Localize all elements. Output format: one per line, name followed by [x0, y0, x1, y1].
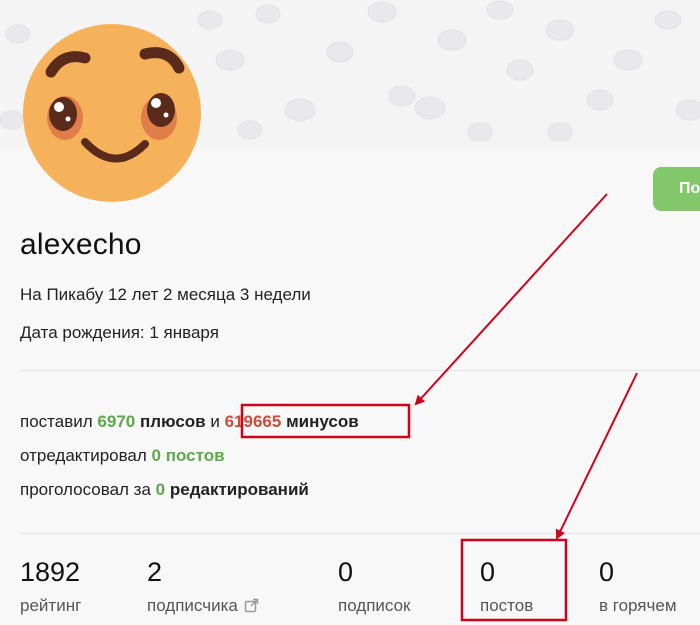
subscriptions-value: 0 — [338, 557, 354, 587]
counter-subscribers[interactable]: 2 подписчика — [147, 556, 259, 616]
votes-prefix: поставил — [20, 412, 93, 431]
and-word: и — [210, 412, 220, 431]
account-age: На Пикабу 12 лет 2 месяца 3 недели — [20, 285, 311, 304]
posts-label: постов — [480, 596, 534, 615]
voted-count: 0 — [155, 480, 166, 499]
hot-value: 0 — [599, 557, 615, 587]
posts-value: 0 — [480, 557, 496, 587]
counter-subscriptions[interactable]: 0 подписок — [338, 556, 411, 616]
profile-content — [0, 148, 700, 625]
voted-prefix: проголосовал за — [20, 480, 151, 499]
counter-posts[interactable]: 0 постов — [480, 556, 533, 616]
rating-label: рейтинг — [20, 596, 82, 615]
subscribers-label: подписчика — [147, 596, 238, 615]
username: alexecho — [20, 228, 142, 261]
subscribers-value: 2 — [147, 557, 163, 587]
voted-stat: проголосовал за 0 редактирований — [20, 480, 309, 500]
subscriptions-label: подписок — [338, 596, 411, 615]
divider-bottom — [20, 533, 700, 534]
hot-label: в горячем — [599, 596, 677, 615]
minuses-word: минусов — [286, 412, 359, 431]
edited-stat: отредактировал 0 постов — [20, 446, 225, 466]
subscribers-label-wrap: подписчика — [147, 596, 259, 616]
edited-word[interactable]: постов — [166, 446, 225, 465]
voted-word: редактирований — [169, 480, 309, 499]
rating-value: 1892 — [20, 557, 81, 587]
avatar[interactable] — [23, 24, 201, 202]
birthday: Дата рождения: 1 января — [20, 323, 219, 342]
edited-count: 0 — [151, 446, 162, 465]
smiling-face-icon — [23, 24, 201, 202]
counter-rating: 1892 рейтинг — [20, 556, 81, 616]
divider-top — [20, 370, 700, 371]
pluses-word: плюсов — [139, 412, 206, 431]
counter-hot[interactable]: 0 в горячем — [599, 556, 677, 616]
subscribe-button[interactable]: По — [653, 167, 700, 211]
votes-stat: поставил 6970 плюсов и 619665 минусов — [20, 412, 359, 432]
minuses-count: 619665 — [224, 412, 282, 431]
edited-prefix: отредактировал — [20, 446, 147, 465]
pluses-count: 6970 — [97, 412, 136, 431]
external-link-icon[interactable] — [244, 598, 259, 613]
